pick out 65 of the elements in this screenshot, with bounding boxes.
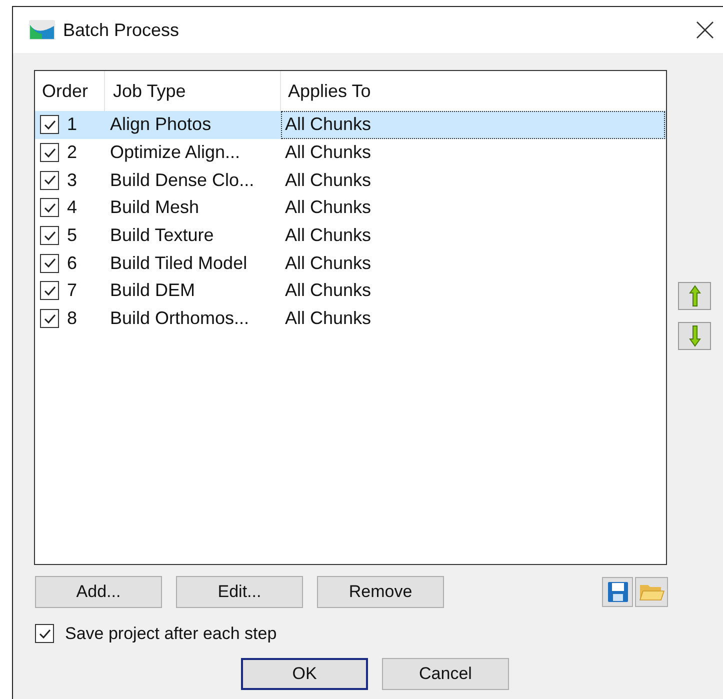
table-row[interactable]: 6 Build Tiled Model All Chunks xyxy=(35,249,666,278)
move-down-button[interactable] xyxy=(678,322,711,350)
checkbox[interactable] xyxy=(40,281,59,300)
table-row[interactable]: 5 Build Texture All Chunks xyxy=(35,222,666,250)
window-title: Batch Process xyxy=(63,18,180,42)
table-cell-text: Build DEM xyxy=(109,279,196,302)
column-header[interactable]: Applies To xyxy=(281,71,666,111)
check-icon xyxy=(42,200,56,215)
table-cell-text: Align Photos xyxy=(109,113,212,136)
table-row[interactable]: 8 Build Orthomos... All Chunks xyxy=(35,304,666,332)
check-icon xyxy=(42,146,56,160)
table-row[interactable]: 3 Build Dense Clo... All Chunks xyxy=(35,166,666,194)
checkbox-label: Save project after each step xyxy=(65,623,277,645)
checkbox[interactable] xyxy=(40,198,59,218)
table-cell-text: 5 xyxy=(67,224,78,248)
checkbox[interactable] xyxy=(40,309,59,328)
table-cell-text: Build Mesh xyxy=(109,196,200,220)
table-cell-text: Build Dense Clo... xyxy=(109,168,256,192)
check-icon xyxy=(42,173,56,188)
table-cell-text: All Chunks xyxy=(284,168,372,192)
table-cell-text: All Chunks xyxy=(284,252,372,275)
table-cell-text: 8 xyxy=(67,307,78,330)
app-logo-icon xyxy=(29,20,55,40)
table-cell-text: Build Orthomos... xyxy=(109,307,250,330)
check-icon xyxy=(42,256,56,270)
close-icon[interactable] xyxy=(695,20,715,40)
check-icon xyxy=(38,626,52,641)
table-cell-text: Build Texture xyxy=(109,224,215,248)
checkbox[interactable] xyxy=(35,624,54,644)
table-row[interactable]: 2 Optimize Align... All Chunks xyxy=(35,138,666,166)
move-up-button[interactable] xyxy=(678,282,711,310)
table-cell: All Chunks xyxy=(281,111,665,139)
check-icon xyxy=(42,228,56,243)
down-arrow-icon xyxy=(688,325,700,347)
table-row[interactable]: 4 Build Mesh All Chunks xyxy=(35,194,666,222)
checkbox[interactable] xyxy=(40,170,59,190)
table-cell-text: 6 xyxy=(67,252,78,275)
table-cell-text: 4 xyxy=(67,196,78,220)
table-cell-text: All Chunks xyxy=(284,279,372,302)
check-icon xyxy=(42,312,56,326)
save-icon[interactable] xyxy=(602,577,633,607)
table-cell-text: Build Tiled Model xyxy=(109,252,248,275)
table-cell-text: 2 xyxy=(67,141,78,164)
table-row[interactable]: 1 Align Photos All Chunks xyxy=(35,111,666,139)
table-cell-text: Optimize Align... xyxy=(109,141,242,164)
table-cell-text: 3 xyxy=(67,168,78,192)
ok-button[interactable]: OK xyxy=(241,658,368,690)
action-button[interactable]: Add... xyxy=(35,576,162,608)
action-button[interactable]: Edit... xyxy=(176,576,303,608)
table-cell-text: All Chunks xyxy=(284,224,372,248)
up-arrow-icon xyxy=(688,285,700,307)
checkbox[interactable] xyxy=(40,254,59,273)
table-cell-text: All Chunks xyxy=(284,141,372,164)
table-cell-text: 1 xyxy=(67,113,78,136)
checkbox[interactable] xyxy=(40,143,59,162)
checkbox[interactable] xyxy=(40,226,59,246)
action-button[interactable]: Remove xyxy=(317,576,444,608)
table-row[interactable]: 7 Build DEM All Chunks xyxy=(35,277,666,305)
check-icon xyxy=(42,284,56,298)
table-cell-text: All Chunks xyxy=(284,307,372,330)
table-cell-text: 7 xyxy=(67,279,78,302)
cancel-button[interactable]: Cancel xyxy=(382,658,509,690)
table-cell-text: All Chunks xyxy=(284,196,372,220)
check-icon xyxy=(42,118,56,132)
checkbox[interactable] xyxy=(40,115,59,134)
